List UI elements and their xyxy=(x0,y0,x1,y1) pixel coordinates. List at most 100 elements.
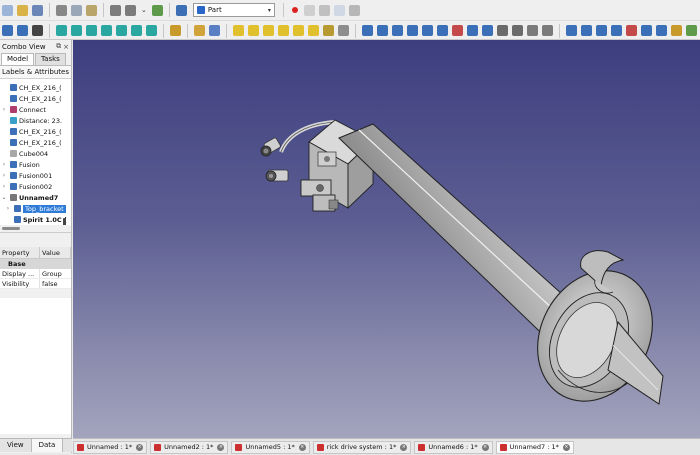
paste-icon[interactable] xyxy=(86,4,97,16)
expand-arrow-icon[interactable]: › xyxy=(4,205,12,212)
value-column-header[interactable]: Value xyxy=(40,247,71,258)
check-geometry-icon[interactable] xyxy=(671,25,682,36)
part-folder-icon[interactable] xyxy=(209,25,220,36)
macro-run-icon[interactable] xyxy=(333,4,345,16)
draw-style-icon[interactable] xyxy=(32,25,43,36)
3d-model-scene[interactable] xyxy=(73,40,700,438)
document-tab[interactable]: rick drive system : 1* × xyxy=(312,440,412,454)
primitives-icon[interactable] xyxy=(323,25,334,36)
document-tab[interactable]: Unnamed2 : 1* × xyxy=(150,440,229,454)
property-column-header[interactable]: Property xyxy=(0,247,40,258)
shape-builder-icon[interactable] xyxy=(338,25,349,36)
cone-icon[interactable] xyxy=(278,25,289,36)
tree-horizontal-scrollbar[interactable] xyxy=(0,225,71,233)
box-icon[interactable] xyxy=(233,25,244,36)
close-panel-icon[interactable]: × xyxy=(63,43,69,51)
right-view-icon[interactable] xyxy=(101,25,112,36)
cable-connector-top[interactable] xyxy=(260,137,281,157)
macro-debug-icon[interactable] xyxy=(348,4,360,16)
tree-item[interactable]: ⌄ Unnamed7 xyxy=(0,192,68,203)
top-view-icon[interactable] xyxy=(86,25,97,36)
close-icon[interactable]: × xyxy=(400,443,408,451)
tree-item[interactable]: › Fusion xyxy=(0,159,68,170)
tree-item[interactable]: › Connect xyxy=(0,104,68,115)
property-value[interactable]: false xyxy=(40,279,71,288)
document-tab[interactable]: Unnamed5 : 1* × xyxy=(231,440,310,454)
part-gear-icon[interactable] xyxy=(194,25,205,36)
whats-this-icon[interactable] xyxy=(175,4,187,16)
isometric-view-icon[interactable] xyxy=(56,25,67,36)
fuse-icon[interactable] xyxy=(596,25,607,36)
scrollbar-handle[interactable] xyxy=(2,227,20,230)
close-icon[interactable]: × xyxy=(481,443,489,451)
tube-icon[interactable] xyxy=(308,25,319,36)
property-value[interactable]: Group xyxy=(40,269,71,278)
loft-icon[interactable] xyxy=(467,25,478,36)
front-view-icon[interactable] xyxy=(71,25,82,36)
sweep-icon[interactable] xyxy=(482,25,493,36)
offset-icon[interactable] xyxy=(527,25,538,36)
defeaturing-icon[interactable] xyxy=(686,25,697,36)
fillet-icon[interactable] xyxy=(407,25,418,36)
macro-edit-icon[interactable] xyxy=(318,4,330,16)
macro-stop-icon[interactable] xyxy=(303,4,315,16)
workbench-selector[interactable]: Part ▾ xyxy=(192,3,275,17)
rear-view-icon[interactable] xyxy=(116,25,127,36)
close-icon[interactable]: × xyxy=(136,443,144,451)
document-tab[interactable]: Unnamed7 : 1* × xyxy=(495,440,574,454)
thickness-icon[interactable] xyxy=(542,25,553,36)
property-row[interactable]: Visibility false xyxy=(0,279,71,289)
section-icon[interactable] xyxy=(497,25,508,36)
tree-item[interactable]: › Fusion002 xyxy=(0,181,68,192)
tab-tasks[interactable]: Tasks xyxy=(35,53,66,65)
property-row[interactable]: Display ... Group xyxy=(0,269,71,279)
tree-item[interactable]: Distance: 23. xyxy=(0,115,68,126)
open-folder-icon[interactable] xyxy=(17,4,28,16)
document-tab[interactable]: Unnamed6 : 1* × xyxy=(414,440,493,454)
measure-icon[interactable] xyxy=(170,25,181,36)
tree-item[interactable]: CH_EX_216_( xyxy=(0,82,68,93)
tree-item[interactable]: Cube004 xyxy=(0,148,68,159)
cut-boolean-icon[interactable] xyxy=(581,25,592,36)
undo-icon[interactable] xyxy=(110,4,121,16)
tab-data[interactable]: Data xyxy=(31,439,64,452)
fit-all-icon[interactable] xyxy=(2,25,13,36)
tree-item[interactable]: › Top_bracket xyxy=(0,203,68,214)
expand-arrow-icon[interactable]: ⌄ xyxy=(0,194,8,201)
tree-item[interactable]: CH_EX_216_( xyxy=(0,137,68,148)
expand-arrow-icon[interactable]: › xyxy=(0,183,8,190)
common-icon[interactable] xyxy=(611,25,622,36)
expand-arrow-icon[interactable]: › xyxy=(0,172,8,179)
macro-record-icon[interactable] xyxy=(291,7,298,13)
compound-icon[interactable] xyxy=(656,25,667,36)
copy-icon[interactable] xyxy=(71,4,82,16)
redo-icon[interactable] xyxy=(125,4,136,16)
make-face-icon[interactable] xyxy=(437,25,448,36)
sphere-icon[interactable] xyxy=(263,25,274,36)
cable-connector-bottom[interactable] xyxy=(265,169,289,182)
tab-view[interactable]: View xyxy=(0,439,32,452)
ruled-surface-icon[interactable] xyxy=(452,25,463,36)
tree-item[interactable]: › Fusion001 xyxy=(0,170,68,181)
left-view-icon[interactable] xyxy=(146,25,157,36)
extrude-icon[interactable] xyxy=(362,25,373,36)
split-icon[interactable] xyxy=(641,25,652,36)
expand-arrow-icon[interactable]: › xyxy=(0,106,8,113)
revolve-icon[interactable] xyxy=(377,25,388,36)
cut-icon[interactable] xyxy=(56,4,67,16)
cylinder-icon[interactable] xyxy=(248,25,259,36)
bottom-view-icon[interactable] xyxy=(131,25,142,36)
save-icon[interactable] xyxy=(32,4,43,16)
expand-arrow-icon[interactable]: › xyxy=(0,161,8,168)
torus-icon[interactable] xyxy=(293,25,304,36)
property-group-base[interactable]: Base xyxy=(0,259,71,269)
tab-model[interactable]: Model xyxy=(1,53,35,65)
join-icon[interactable] xyxy=(626,25,637,36)
tree-item[interactable]: CH_EX_216_( xyxy=(0,93,68,104)
float-panel-icon[interactable]: ⧉ xyxy=(56,42,61,51)
tree-item[interactable]: Spirit 1.0C ( xyxy=(0,214,68,225)
cross-sections-icon[interactable] xyxy=(512,25,523,36)
refresh-icon[interactable] xyxy=(151,4,163,16)
fit-selection-icon[interactable] xyxy=(17,25,28,36)
new-file-icon[interactable] xyxy=(2,4,13,16)
